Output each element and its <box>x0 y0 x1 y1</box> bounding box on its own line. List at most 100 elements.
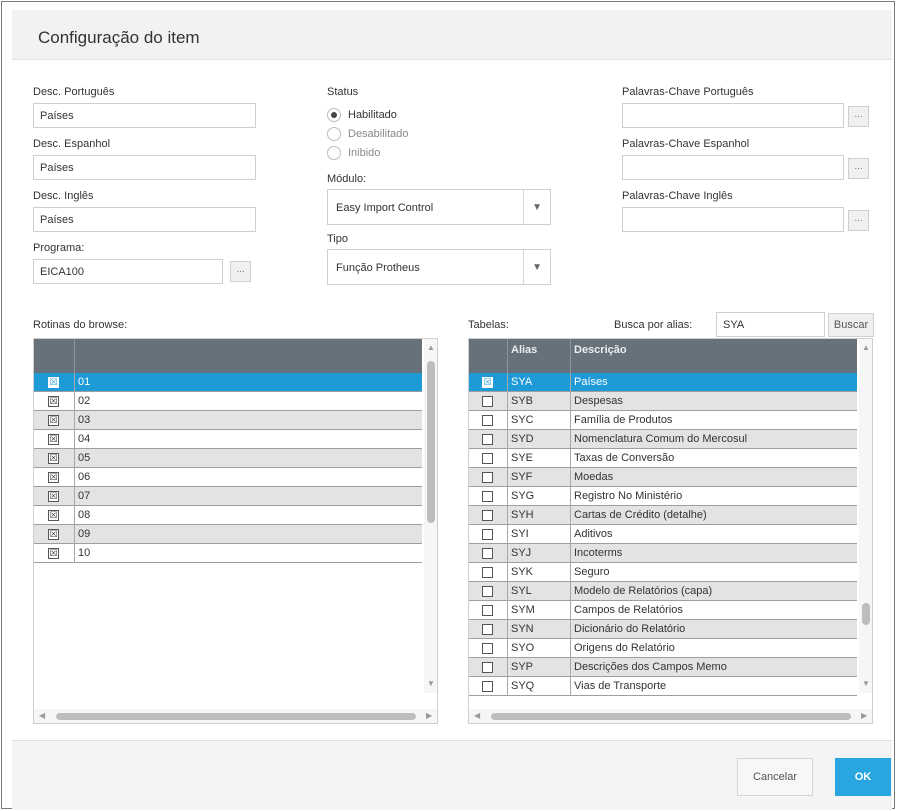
checkbox-icon[interactable] <box>482 510 493 521</box>
tabela-row[interactable]: SYP Descrições dos Campos Memo <box>469 658 857 677</box>
tabelas-hscroll-thumb[interactable] <box>491 713 851 720</box>
rotina-row[interactable]: ☒ 05 <box>34 449 422 468</box>
tipo-select[interactable]: Função Protheus ▼ <box>327 249 551 285</box>
tabela-alias: SYC <box>511 414 534 426</box>
tabelas-vertical-scrollbar[interactable]: ▲ ▼ <box>859 339 872 693</box>
programa-lookup-button[interactable]: ... <box>230 261 251 282</box>
rotina-row[interactable]: ☒ 10 <box>34 544 422 563</box>
kw-en-input[interactable] <box>622 207 844 232</box>
checkbox-checked-icon[interactable]: ☒ <box>48 529 59 540</box>
tabela-row[interactable]: SYO Origens do Relatório <box>469 639 857 658</box>
busca-alias-input[interactable]: SYA <box>716 312 825 337</box>
dialog-header: Configuração do item <box>12 10 892 60</box>
rotinas-horizontal-scrollbar[interactable]: ◀ ▶ <box>34 709 437 723</box>
kw-es-input[interactable] <box>622 155 844 180</box>
tabela-row[interactable]: SYK Seguro <box>469 563 857 582</box>
checkbox-checked-icon[interactable]: ☒ <box>48 434 59 445</box>
checkbox-checked-icon[interactable]: ☒ <box>482 377 493 388</box>
modulo-select[interactable]: Easy Import Control ▼ <box>327 189 551 225</box>
checkbox-icon[interactable] <box>482 529 493 540</box>
rotina-row[interactable]: ☒ 09 <box>34 525 422 544</box>
rotina-row[interactable]: ☒ 08 <box>34 506 422 525</box>
tabela-row[interactable]: SYI Aditivos <box>469 525 857 544</box>
tabela-row[interactable]: SYG Registro No Ministério <box>469 487 857 506</box>
checkbox-icon[interactable] <box>482 453 493 464</box>
kw-es-label: Palavras-Chave Espanhol <box>622 138 750 150</box>
tipo-label: Tipo <box>327 233 348 245</box>
rotina-value: 01 <box>78 376 91 388</box>
status-desabilitado-radio[interactable] <box>327 127 341 141</box>
desc-es-input[interactable]: Países <box>33 155 256 180</box>
checkbox-icon[interactable] <box>482 548 493 559</box>
rotina-row[interactable]: ☒ 06 <box>34 468 422 487</box>
checkbox-icon[interactable] <box>482 434 493 445</box>
rotinas-hscroll-thumb[interactable] <box>56 713 416 720</box>
busca-alias-label: Busca por alias: <box>614 319 693 331</box>
programa-label: Programa: <box>33 242 85 254</box>
checkbox-checked-icon[interactable]: ☒ <box>48 415 59 426</box>
rotina-row[interactable]: ☒ 07 <box>34 487 422 506</box>
rotina-value: 10 <box>78 547 91 559</box>
tabela-row[interactable]: SYJ Incoterms <box>469 544 857 563</box>
tabela-row[interactable]: SYN Dicionário do Relatório <box>469 620 857 639</box>
alias-column-header[interactable]: Alias <box>508 339 570 373</box>
tabela-alias: SYQ <box>511 680 535 692</box>
tabela-descricao: Vias de Transporte <box>574 680 667 692</box>
tabela-row[interactable]: SYF Moedas <box>469 468 857 487</box>
tabela-row[interactable]: SYD Nomenclatura Comum do Mercosul <box>469 430 857 449</box>
tabela-row[interactable]: SYE Taxas de Conversão <box>469 449 857 468</box>
ok-button[interactable]: OK <box>835 758 891 796</box>
desc-en-input[interactable]: Países <box>33 207 256 232</box>
tabela-row[interactable]: SYC Família de Produtos <box>469 411 857 430</box>
tabela-row[interactable]: SYH Cartas de Crédito (detalhe) <box>469 506 857 525</box>
checkbox-checked-icon[interactable]: ☒ <box>48 472 59 483</box>
tabela-row[interactable]: ☒ SYA Países <box>469 373 857 392</box>
tabela-descricao: Seguro <box>574 566 610 578</box>
kw-en-lookup-button[interactable]: ... <box>848 210 869 231</box>
kw-pt-input[interactable] <box>622 103 844 128</box>
checkbox-checked-icon[interactable]: ☒ <box>48 491 59 502</box>
descricao-column-header[interactable]: Descrição <box>571 339 851 373</box>
tabelas-horizontal-scrollbar[interactable]: ◀ ▶ <box>469 709 872 723</box>
checkbox-icon[interactable] <box>482 567 493 578</box>
checkbox-icon[interactable] <box>482 396 493 407</box>
checkbox-icon[interactable] <box>482 491 493 502</box>
rotinas-grid[interactable]: ☒ 01 ☒ 02 ☒ 03 ☒ 04 ☒ 05 ☒ 06 ☒ 07 ☒ 08 ☒ 09 ☒ 10 ▲ ▼ ◀ ▶ <box>33 338 438 724</box>
rotina-row[interactable]: ☒ 04 <box>34 430 422 449</box>
cancel-button[interactable]: Cancelar <box>737 758 813 796</box>
tabela-row[interactable]: SYM Campos de Relatórios <box>469 601 857 620</box>
checkbox-icon[interactable] <box>482 472 493 483</box>
desc-pt-input[interactable]: Países <box>33 103 256 128</box>
programa-input[interactable]: EICA100 <box>33 259 223 284</box>
rotina-row[interactable]: ☒ 01 <box>34 373 422 392</box>
kw-pt-lookup-button[interactable]: ... <box>848 106 869 127</box>
checkbox-icon[interactable] <box>482 624 493 635</box>
checkbox-checked-icon[interactable]: ☒ <box>48 548 59 559</box>
tabela-descricao: Incoterms <box>574 547 623 559</box>
kw-es-lookup-button[interactable]: ... <box>848 158 869 179</box>
checkbox-icon[interactable] <box>482 643 493 654</box>
status-inibido-radio[interactable] <box>327 146 341 160</box>
checkbox-checked-icon[interactable]: ☒ <box>48 510 59 521</box>
buscar-button[interactable]: Buscar <box>828 313 874 337</box>
checkbox-icon[interactable] <box>482 586 493 597</box>
checkbox-checked-icon[interactable]: ☒ <box>48 396 59 407</box>
rotina-row[interactable]: ☒ 03 <box>34 411 422 430</box>
tabelas-scroll-thumb[interactable] <box>862 603 870 625</box>
status-habilitado-radio[interactable] <box>327 108 341 122</box>
checkbox-icon[interactable] <box>482 681 493 692</box>
tabelas-grid[interactable]: Alias Descrição ☒ SYA Países SYB Despesas SYC… <box>468 338 873 724</box>
checkbox-checked-icon[interactable]: ☒ <box>48 453 59 464</box>
tabela-row[interactable]: SYB Despesas <box>469 392 857 411</box>
rotina-row[interactable]: ☒ 02 <box>34 392 422 411</box>
tabela-row[interactable]: SYQ Vias de Transporte <box>469 677 857 696</box>
rotinas-scroll-thumb[interactable] <box>427 361 435 523</box>
checkbox-icon[interactable] <box>482 662 493 673</box>
status-label: Status <box>327 86 359 98</box>
checkbox-icon[interactable] <box>482 415 493 426</box>
tabela-descricao: Moedas <box>574 471 614 483</box>
checkbox-checked-icon[interactable]: ☒ <box>48 377 59 388</box>
tabela-row[interactable]: SYL Modelo de Relatórios (capa) <box>469 582 857 601</box>
checkbox-icon[interactable] <box>482 605 493 616</box>
rotinas-vertical-scrollbar[interactable]: ▲ ▼ <box>424 339 437 693</box>
